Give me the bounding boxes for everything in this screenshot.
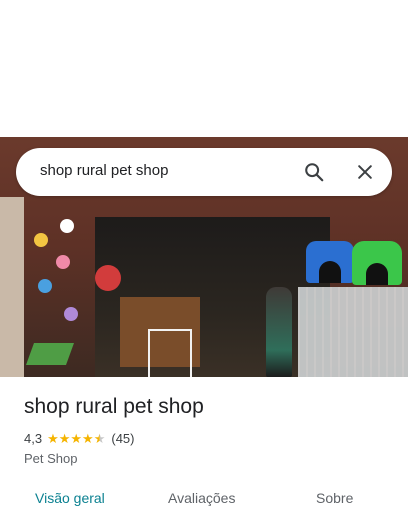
- star-rating: ★ ★ ★ ★ ★: [47, 432, 105, 445]
- half-star-icon: ★: [93, 430, 106, 446]
- review-count: (45): [111, 430, 135, 446]
- rating-row[interactable]: 4,3 ★ ★ ★ ★ ★ (45): [24, 430, 134, 446]
- tab-overview[interactable]: Visão geral: [35, 490, 105, 506]
- crate: [148, 329, 192, 377]
- place-category: Pet Shop: [24, 451, 78, 466]
- paw-print: [56, 255, 70, 269]
- rating-value: 4,3: [24, 430, 43, 446]
- star-icon: ★: [82, 430, 94, 446]
- green-stand: [25, 343, 75, 365]
- dog-house-door: [366, 263, 388, 285]
- star-icon: ★: [47, 430, 59, 446]
- tab-about[interactable]: Sobre: [316, 490, 353, 506]
- person: [266, 287, 292, 377]
- close-icon[interactable]: [349, 156, 381, 188]
- place-title: shop rural pet shop: [24, 395, 204, 418]
- side-wall: [0, 197, 24, 377]
- red-sign: [95, 265, 121, 291]
- tab-bar: Visão geral Avaliações Sobre: [0, 482, 408, 514]
- star-icon: ★: [58, 430, 71, 446]
- star-icon: ★: [70, 430, 83, 446]
- tab-reviews[interactable]: Avaliações: [168, 490, 235, 506]
- dog-house-door: [319, 261, 341, 283]
- search-bar[interactable]: shop rural pet shop: [16, 148, 392, 196]
- bird-cages: [298, 287, 408, 377]
- paw-print: [38, 279, 52, 293]
- paw-print: [60, 219, 74, 233]
- paw-print: [34, 233, 48, 247]
- search-icon[interactable]: [298, 156, 330, 188]
- paw-print: [64, 307, 78, 321]
- search-input[interactable]: shop rural pet shop: [40, 162, 168, 179]
